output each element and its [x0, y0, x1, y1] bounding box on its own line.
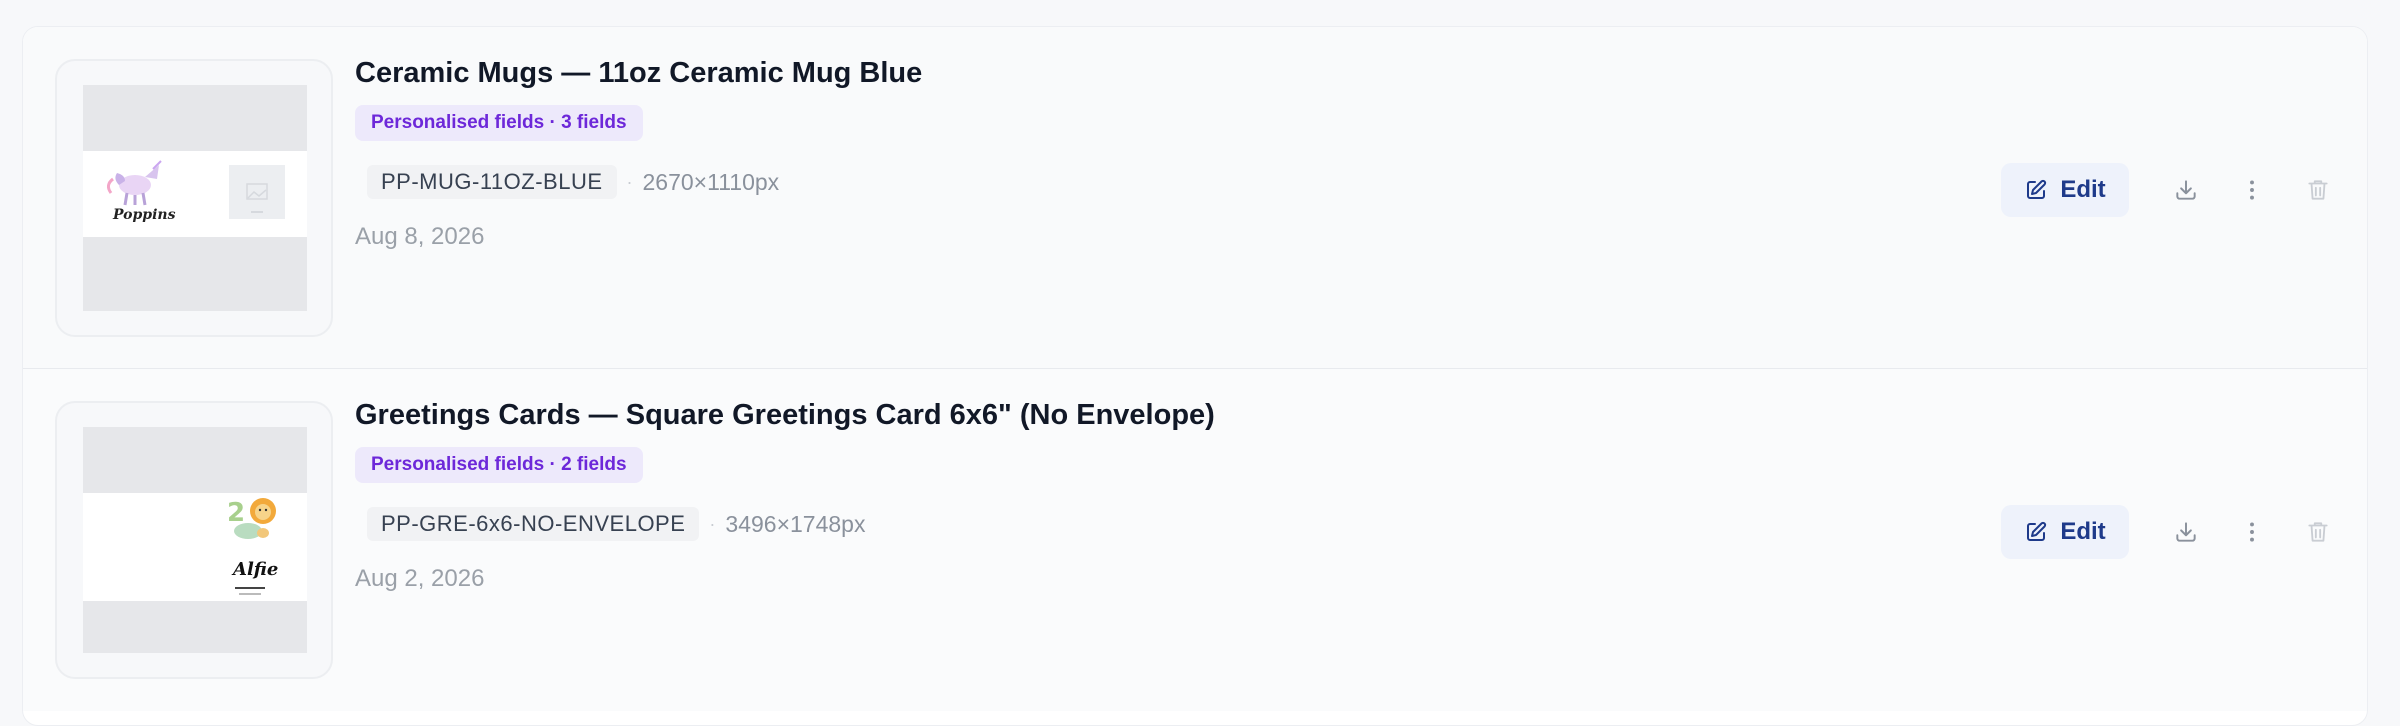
- trash-icon: [2308, 180, 2328, 200]
- delete-button[interactable]: [2297, 169, 2339, 211]
- product-title: Ceramic Mugs — 11oz Ceramic Mug Blue: [355, 57, 923, 89]
- print-area: 2 Alfie: [83, 493, 307, 601]
- print-area: Poppins: [83, 151, 307, 237]
- product-thumbnail[interactable]: Poppins: [55, 59, 333, 337]
- edit-button[interactable]: Edit: [2001, 505, 2129, 559]
- product-title: Greetings Cards — Square Greetings Card …: [355, 399, 1215, 431]
- lion-design-image: 2: [227, 498, 276, 595]
- download-button[interactable]: [2165, 169, 2207, 211]
- dimensions-text: 2670×1110px: [642, 168, 780, 195]
- personalised-fields-badge: Personalised fields · 2 fields: [355, 447, 643, 483]
- product-row: 2 Alfie Greetings Cards — Square Greetin…: [23, 369, 2367, 711]
- download-button[interactable]: [2165, 511, 2207, 553]
- more-options-button[interactable]: [2231, 511, 2273, 553]
- more-vertical-icon: [2250, 180, 2254, 200]
- thumbnail-name-text: Alfie: [233, 559, 279, 580]
- dimensions-text: 3496×1748px: [725, 510, 866, 537]
- edit-button-label: Edit: [2060, 176, 2106, 203]
- meta-separator: ·: [626, 171, 633, 192]
- sku-chip: PP-GRE-6x6-NO-ENVELOPE: [367, 507, 700, 541]
- edit-button-label: Edit: [2060, 518, 2106, 545]
- product-row: Poppins Ceramic Mugs — 11oz Ceramic Mug …: [23, 27, 2367, 369]
- thumbnail-name-text: Poppins: [113, 207, 176, 223]
- download-icon: [2176, 180, 2196, 200]
- unicorn-design-image: [106, 160, 285, 219]
- pencil-square-icon: [2027, 521, 2047, 541]
- delete-button[interactable]: [2297, 511, 2339, 553]
- edit-button[interactable]: Edit: [2001, 163, 2129, 217]
- mug-preview: Poppins: [83, 85, 307, 311]
- meta-separator: ·: [709, 513, 716, 534]
- product-meta: PP-MUG-11OZ-BLUE · 2670×1110px: [367, 165, 779, 199]
- more-options-button[interactable]: [2231, 169, 2273, 211]
- more-vertical-icon: [2250, 522, 2254, 542]
- product-meta: PP-GRE-6x6-NO-ENVELOPE · 3496×1748px: [367, 507, 865, 541]
- download-icon: [2176, 522, 2196, 542]
- trash-icon: [2308, 522, 2328, 542]
- date-text: Aug 2, 2026: [355, 565, 485, 592]
- sku-chip: PP-MUG-11OZ-BLUE: [367, 165, 617, 199]
- pencil-square-icon: [2027, 179, 2047, 199]
- product-list: Poppins Ceramic Mugs — 11oz Ceramic Mug …: [22, 26, 2368, 726]
- card-preview: 2 Alfie: [83, 427, 307, 653]
- date-text: Aug 8, 2026: [355, 223, 485, 250]
- svg-text:2: 2: [227, 498, 245, 528]
- personalised-fields-badge: Personalised fields · 3 fields: [355, 105, 643, 141]
- product-thumbnail[interactable]: 2 Alfie: [55, 401, 333, 679]
